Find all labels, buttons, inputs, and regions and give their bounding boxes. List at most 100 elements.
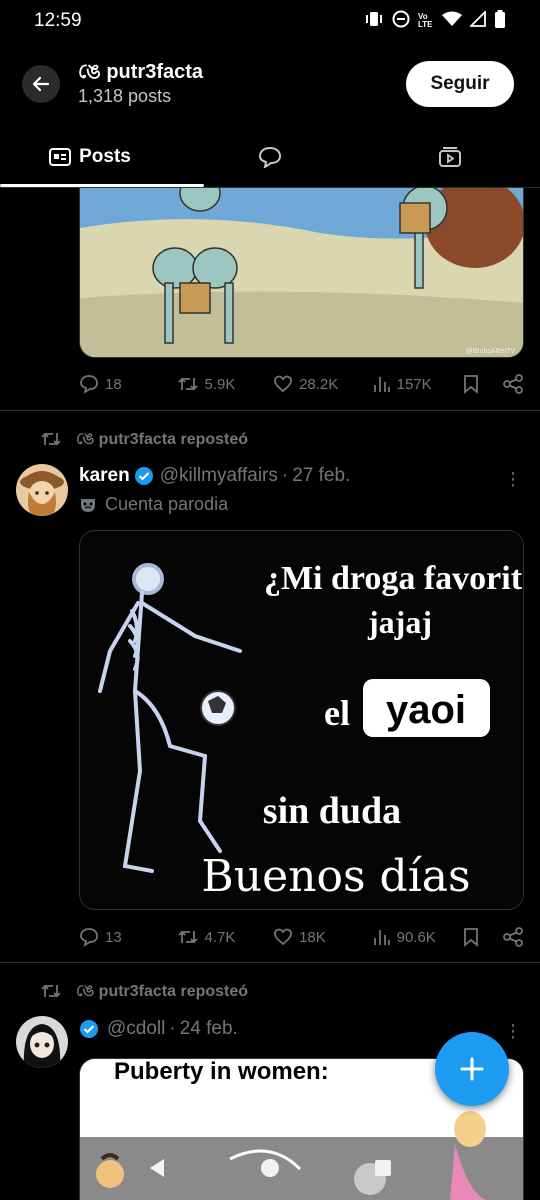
nav-home-icon[interactable]: [259, 1157, 281, 1184]
like-button[interactable]: 18K: [273, 927, 373, 947]
reply-count: 18: [105, 375, 122, 393]
separator-dot: ·: [169, 1018, 176, 1039]
profile-header: ঙে putr3facta 1,318 posts Seguir: [0, 42, 540, 126]
views-button[interactable]: 157K: [373, 374, 463, 394]
battery-icon: [494, 10, 506, 32]
bookmark-icon: [464, 375, 479, 394]
repost-label: ঙে putr3facta reposteó: [76, 982, 249, 1000]
repost-count: 5.9K: [204, 375, 236, 393]
reply-button[interactable]: 13: [79, 927, 177, 947]
more-options-icon[interactable]: · · ·: [508, 463, 518, 495]
meme-line-4: sin duda: [263, 790, 401, 832]
tab-media[interactable]: [360, 126, 540, 187]
like-count: 28.2K: [299, 375, 339, 393]
share-button[interactable]: [502, 927, 524, 947]
tab-posts[interactable]: Posts: [0, 126, 204, 187]
status-bar: 12:59 Vo LTE: [0, 0, 540, 42]
views-count: 90.6K: [396, 928, 436, 946]
profile-tabs: Posts: [0, 126, 540, 188]
post2-actions: 13 4.7K 18K 90.6K: [79, 922, 524, 952]
dnd-icon: [392, 10, 410, 32]
like-button[interactable]: 28.2K: [273, 374, 373, 394]
parody-label: Cuenta parodia: [105, 494, 229, 514]
mask-icon: [81, 498, 95, 512]
avatar[interactable]: [16, 464, 68, 516]
repost-label: ঙে putr3facta reposteó: [76, 430, 249, 448]
system-nav-bar: [0, 1140, 540, 1200]
meme-line-2: jajaj: [367, 604, 432, 640]
post-date[interactable]: 27 feb.: [292, 465, 350, 487]
share-icon: [503, 374, 523, 394]
repost-icon: [41, 432, 61, 446]
share-icon: [503, 927, 523, 947]
volte-icon: Vo LTE: [418, 12, 433, 29]
share-button[interactable]: [502, 374, 524, 394]
meme-line-5: Buenos días: [201, 851, 470, 902]
nav-back-icon[interactable]: [146, 1157, 168, 1184]
post3-header: @cdoll · 24 feb.: [79, 1018, 238, 1040]
wifi-icon: [442, 11, 462, 31]
post-divider: [0, 410, 540, 411]
tab-replies[interactable]: [180, 126, 360, 187]
arrow-left-icon: [32, 76, 50, 92]
heart-icon: [274, 928, 292, 946]
bookmark-button[interactable]: [462, 374, 502, 394]
header-text: ঙে putr3facta 1,318 posts: [78, 60, 406, 108]
meme-line-3-el: el: [324, 693, 350, 733]
views-count: 157K: [396, 375, 432, 393]
plus-icon: [460, 1057, 484, 1081]
repost-icon: [177, 377, 198, 391]
repost-icon: [41, 984, 61, 998]
author-handle[interactable]: @killmyaffairs: [160, 465, 278, 487]
avatar[interactable]: [16, 1016, 68, 1068]
vibrate-icon: [364, 11, 384, 31]
post2-header: karen @killmyaffairs · 27 feb.: [79, 465, 350, 487]
verified-badge-icon: [134, 467, 153, 485]
post1-media[interactable]: @BruhsAReiTV: [79, 188, 524, 358]
bookmark-button[interactable]: [462, 927, 502, 947]
like-count: 18K: [299, 928, 326, 946]
signal-icon: [468, 9, 486, 31]
more-options-icon[interactable]: · · ·: [508, 1015, 518, 1047]
verified-badge-icon: [80, 1020, 98, 1038]
repost-indicator: ঙে putr3facta reposteó: [40, 427, 248, 451]
post-date[interactable]: 24 feb.: [180, 1018, 238, 1040]
post-divider: [0, 962, 540, 963]
heart-icon: [274, 375, 292, 393]
repost-button[interactable]: 5.9K: [177, 374, 274, 394]
cartoon-image: @BruhsAReiTV: [80, 188, 523, 357]
avatar-image: [16, 1016, 68, 1068]
back-button[interactable]: [22, 65, 60, 103]
repost-icon: [177, 930, 198, 944]
status-icons: Vo LTE: [364, 9, 506, 32]
views-icon: [373, 377, 390, 392]
tab-posts-label: Posts: [79, 145, 131, 167]
post2-media[interactable]: ¿Mi droga favorita? jajaj el sin duda Bu…: [79, 530, 524, 910]
author-name[interactable]: karen: [79, 465, 130, 487]
meme-caption: Puberty in women:: [114, 1059, 329, 1085]
views-button[interactable]: 90.6K: [373, 927, 463, 947]
reply-count: 13: [105, 928, 122, 946]
account-name: ঙে putr3facta: [78, 61, 204, 83]
nav-recents-icon[interactable]: [372, 1157, 394, 1184]
avatar-image: [16, 464, 68, 516]
posts-icon: [49, 147, 72, 166]
repost-indicator: ঙে putr3facta reposteó: [40, 979, 248, 1003]
meme-line-1: ¿Mi droga favorita?: [264, 560, 524, 597]
reply-bubble-icon: [258, 146, 282, 168]
meme-line-3-yaoi: yaoi: [386, 688, 466, 732]
bookmark-icon: [464, 928, 479, 947]
author-handle[interactable]: @cdoll: [107, 1018, 165, 1040]
views-icon: [373, 930, 390, 945]
compose-button[interactable]: [435, 1032, 509, 1106]
repost-count: 4.7K: [204, 928, 236, 946]
follow-button[interactable]: Seguir: [406, 61, 514, 107]
reply-button[interactable]: 18: [79, 374, 177, 394]
separator-dot: ·: [281, 465, 289, 486]
media-watermark: @BruhsAReiTV: [465, 348, 515, 355]
parody-label-row: Cuenta parodia: [79, 494, 228, 515]
status-time: 12:59: [34, 10, 82, 31]
post-count: 1,318 posts: [78, 86, 172, 106]
meme-image: ¿Mi droga favorita? jajaj el sin duda Bu…: [80, 531, 524, 909]
repost-button[interactable]: 4.7K: [177, 927, 274, 947]
